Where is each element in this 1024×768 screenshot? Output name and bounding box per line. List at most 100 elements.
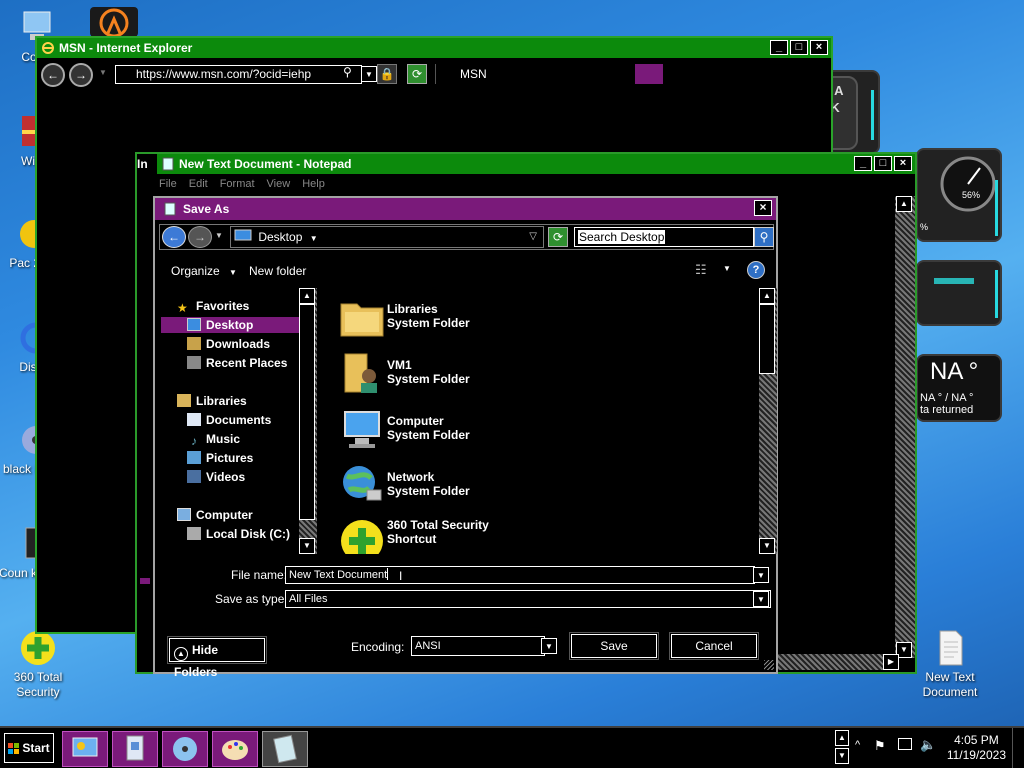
notepad-hscroll[interactable]: ▶ [757,654,899,670]
scroll-up-button[interactable]: ▲ [759,288,775,304]
forward-button[interactable]: → [188,226,212,248]
menu-view[interactable]: View [267,178,291,190]
menu-format[interactable]: Format [220,178,255,190]
location-bar[interactable]: Desktop ▼ ▽ [230,226,544,248]
half-life-icon[interactable] [90,7,138,38]
scroll-down-button[interactable]: ▼ [759,538,775,554]
nav-item-videos[interactable]: Videos [187,469,245,485]
nav-favorites[interactable]: ★ Favorites [177,298,249,315]
network-globe-icon [343,466,382,501]
nav-item-recent-places[interactable]: Recent Places [187,355,287,371]
file-item-vm1[interactable]: VM1 System Folder [335,348,575,398]
scroll-thumb[interactable] [299,304,315,520]
scroll-thumb[interactable] [759,304,775,374]
nav-item-local-disk[interactable]: Local Disk (C:) [187,526,290,542]
navigation-pane[interactable]: ★ Favorites Desktop Downloads Recent Plac… [159,288,317,554]
notepad-scrollbar[interactable]: ▲ ▼ [895,196,915,658]
scroll-right-button[interactable]: ▶ [883,654,899,670]
search-icon[interactable]: ⚲ [343,65,352,79]
action-center-flag-icon[interactable]: ⚑ [874,738,886,754]
menu-help[interactable]: Help [302,178,325,190]
volume-muted-icon[interactable]: 🔈 [920,737,936,753]
history-dropdown-icon[interactable]: ▼ [215,231,223,240]
tray-clock[interactable]: 4:05 PM 11/19/2023 [947,733,1006,763]
close-button[interactable]: × [810,40,828,55]
save-as-dialog[interactable]: Save As × ← → ▼ Desktop ▼ ▽ ⟳ Search Des… [153,196,778,679]
taskbar-paint[interactable] [212,731,258,767]
start-button[interactable]: Start [4,733,54,763]
gauge-gadget[interactable]: 56% % [916,148,1002,242]
minimize-button[interactable]: _ [770,40,788,55]
nav-item-music[interactable]: ♪ Music [187,431,240,448]
menu-edit[interactable]: Edit [189,178,208,190]
maximize-button[interactable]: □ [790,40,808,55]
encoding-dropdown-button[interactable]: ▼ [541,638,557,654]
weather-gadget[interactable]: NA ° NA ° / NA ° ta returned [916,354,1002,422]
views-icon[interactable]: ☷ [695,262,713,278]
scroll-up-button[interactable]: ▲ [896,196,912,212]
file-list-scrollbar[interactable]: ▲ ▼ [759,288,777,554]
organize-button[interactable]: Organize ▼ [171,264,237,278]
taskbar-notepad[interactable] [262,731,308,767]
save-as-type-dropdown-button[interactable]: ▼ [753,591,769,607]
search-icon[interactable]: ⚲ [754,227,774,247]
new-folder-button[interactable]: New folder [249,264,306,278]
nav-item-desktop[interactable]: Desktop [161,317,299,333]
notepad-titlebar[interactable]: New Text Document - Notepad _ □ × [157,154,915,174]
file-name-input[interactable]: New Text Document [285,566,755,584]
tray-scroll-up-icon[interactable]: ▲ [835,730,849,746]
nav-scrollbar[interactable]: ▲ ▼ [299,288,317,554]
ie-titlebar[interactable]: MSN - Internet Explorer _ □ × [37,38,831,58]
desktop-icon-360-total-security[interactable]: 360 Total Security [0,628,76,700]
close-button[interactable]: × [894,156,912,171]
hide-folders-button[interactable]: ▲ Hide Folders [168,637,266,679]
back-button[interactable]: ← [41,63,65,87]
file-name-dropdown-button[interactable]: ▼ [753,567,769,583]
maximize-button[interactable]: □ [874,156,892,171]
close-button[interactable]: × [754,200,772,216]
nav-item-documents[interactable]: Documents [187,412,271,428]
scroll-up-button[interactable]: ▲ [299,288,315,304]
lock-icon[interactable]: 🔒 [377,64,397,84]
file-item-libraries[interactable]: Libraries System Folder [335,292,575,342]
file-item-computer[interactable]: Computer System Folder [335,404,575,454]
save-as-titlebar[interactable]: Save As [155,198,776,220]
tray-scroll-down-icon[interactable]: ▼ [835,748,849,764]
save-as-type-select[interactable]: All Files [285,590,771,608]
show-desktop-button[interactable] [1012,728,1024,768]
desktop-icon-new-text-document[interactable]: New Text Document [912,628,988,700]
file-item-network[interactable]: Network System Folder [335,460,575,510]
show-hidden-icons-icon[interactable]: ^ [855,739,860,751]
minimize-button[interactable]: _ [854,156,872,171]
views-dropdown-icon[interactable]: ▼ [723,264,731,273]
search-input[interactable]: Search Desktop [574,227,754,247]
address-bar[interactable]: https://www.msn.com/?ocid=iehp [115,65,362,84]
forward-button[interactable]: → [69,63,93,87]
scroll-down-button[interactable]: ▼ [299,538,315,554]
taskbar-media[interactable] [162,731,208,767]
resize-grip-icon[interactable] [764,660,774,670]
refresh-button[interactable]: ⟳ [548,227,568,247]
taskbar-documents[interactable] [112,731,158,767]
menu-file[interactable]: File [159,178,177,190]
ie-tab[interactable]: MSN [435,64,635,84]
address-dropdown-button[interactable]: ▼ [361,66,377,82]
network-icon[interactable] [898,738,912,750]
nav-item-pictures[interactable]: Pictures [187,450,253,466]
encoding-select[interactable]: ANSI [411,636,545,656]
help-icon[interactable]: ? [747,261,765,279]
refresh-icon[interactable]: ⟳ [407,64,427,84]
new-tab-button[interactable] [635,64,663,84]
location-dropdown-icon[interactable]: ▽ [529,227,537,247]
nav-libraries[interactable]: Libraries [177,393,247,409]
cancel-button[interactable]: Cancel [670,633,758,659]
file-item-360-total-security[interactable]: 360 Total Security Shortcut [335,516,575,554]
bar-gadget[interactable] [916,260,1002,326]
nav-item-downloads[interactable]: Downloads [187,336,270,352]
breadcrumb-chevron-icon[interactable]: ▼ [310,234,318,243]
taskbar-control-panel[interactable] [62,731,108,767]
back-button[interactable]: ← [162,226,186,248]
nav-computer[interactable]: Computer [177,507,253,523]
nav-dropdown-icon[interactable]: ▼ [99,68,107,77]
save-button[interactable]: Save [570,633,658,659]
